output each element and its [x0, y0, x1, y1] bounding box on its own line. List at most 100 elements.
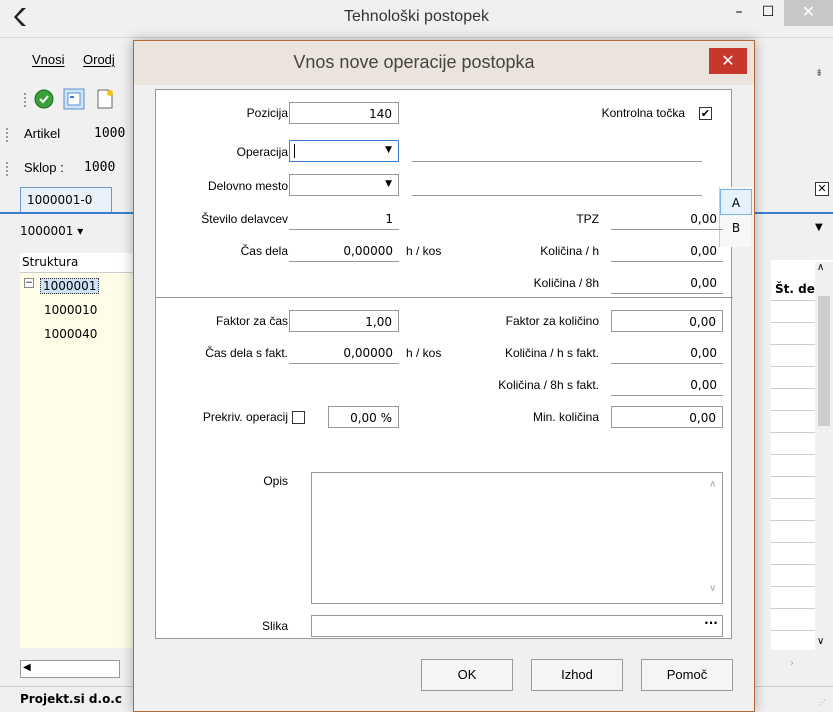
tree-collapse-icon[interactable]: − — [24, 278, 34, 288]
min-kolicina-field[interactable]: 0,00 — [611, 406, 723, 428]
delovno-mesto-label: Delovno mesto — [207, 179, 288, 193]
grid-row-line — [771, 300, 815, 301]
document-view-icon[interactable] — [63, 88, 85, 110]
operacija-description-field — [412, 140, 702, 162]
delovno-mesto-combo[interactable]: ▼ — [289, 174, 399, 196]
tpz-field[interactable]: 0,00 — [611, 208, 723, 230]
cas-dela-label: Čas dela — [240, 244, 288, 258]
chevron-down-icon[interactable]: ▼ — [385, 179, 392, 189]
grid-vertical-scrollbar[interactable]: ∧ ∨ — [815, 262, 833, 652]
prekriv-operacij-label: Prekriv. operacij — [202, 410, 288, 424]
ok-button[interactable]: OK — [421, 659, 513, 691]
scroll-up-icon[interactable]: ∧ — [817, 262, 824, 273]
cas-dela-fakt-field: 0,00000 — [289, 342, 399, 364]
structure-combo[interactable]: 1000001 ▾ — [20, 220, 130, 242]
operacija-combo[interactable]: ▼ — [289, 140, 399, 162]
maximize-button[interactable]: ☐ — [754, 0, 782, 26]
grid-row-line — [771, 564, 815, 565]
chevron-down-icon[interactable]: ▼ — [385, 145, 392, 155]
side-list-item[interactable]: B — [720, 215, 752, 241]
main-close-button[interactable]: ✕ — [784, 0, 833, 26]
opis-textarea[interactable]: ∧ ∨ — [311, 472, 723, 604]
tree-horizontal-scrollbar[interactable]: ◀ — [20, 660, 120, 678]
tree-root-node[interactable]: 1000001 — [40, 278, 100, 294]
grid-row-line — [771, 410, 815, 411]
text-caret — [294, 144, 295, 158]
grid-row-line — [771, 586, 815, 587]
tab-1000001-0[interactable]: 1000001-0 — [20, 187, 112, 213]
menu-orodja[interactable]: Orodj — [83, 52, 115, 67]
main-window-title: Tehnološki postopek — [344, 8, 489, 25]
faktor-cas-label: Faktor za čas — [215, 314, 288, 328]
prekriv-operacij-field[interactable]: 0,00 % — [328, 406, 399, 428]
kolicina-8h-field[interactable]: 0,00 — [611, 272, 723, 294]
pozicija-field[interactable]: 140 — [289, 102, 399, 124]
stevilo-delavcev-label: Število delavcev — [201, 212, 288, 226]
menu-vnosi[interactable]: Vnosi — [32, 52, 65, 67]
section-divider — [156, 297, 733, 298]
cas-dela-fakt-unit: h / kos — [406, 346, 442, 360]
prekriv-operacij-checkbox[interactable] — [292, 411, 305, 424]
tree-child-node[interactable]: 1000040 — [44, 327, 97, 341]
cas-dela-fakt-label: Čas dela s fakt. — [205, 346, 288, 360]
tree-header: Struktura — [20, 253, 135, 273]
kontrolna-tocka-label: Kontrolna točka — [601, 106, 685, 120]
grid-row-line — [771, 630, 815, 631]
kolicina-8h-label: Količina / 8h — [533, 276, 599, 290]
faktor-kolicino-field[interactable]: 0,00 — [611, 310, 723, 332]
minimize-button[interactable]: – — [724, 0, 754, 26]
scroll-down-icon[interactable]: ∨ — [709, 583, 716, 594]
grid-row-line — [771, 322, 815, 323]
artikel-value[interactable]: 1000 — [94, 126, 125, 141]
grid-row-line — [771, 520, 815, 521]
new-document-icon[interactable] — [94, 88, 116, 110]
min-kolicina-label: Min. količina — [532, 410, 599, 424]
opis-scrollbar[interactable]: ∧ ∨ — [705, 473, 723, 603]
sklop-label: Sklop : — [24, 160, 64, 175]
toolbar — [0, 84, 133, 114]
sklop-grip-icon — [6, 162, 8, 176]
dialog-title: Vnos nove operacije postopka — [293, 52, 535, 72]
kolicina-h-field[interactable]: 0,00 — [611, 240, 723, 262]
faktor-kolicino-label: Faktor za količino — [505, 314, 599, 328]
overflow-icon[interactable]: ⇟ — [815, 68, 823, 79]
stevilo-delavcev-field[interactable]: 1 — [289, 208, 399, 230]
grid-row-line — [771, 432, 815, 433]
kontrolna-tocka-checkbox[interactable]: ✔ — [699, 107, 712, 120]
sklop-value[interactable]: 1000 — [84, 160, 115, 175]
pomoc-button[interactable]: Pomoč — [641, 659, 733, 691]
grid-row-line — [771, 344, 815, 345]
panel-close-icon[interactable]: ✕ — [815, 182, 829, 196]
cas-dela-field[interactable]: 0,00000 — [289, 240, 399, 262]
izhod-button[interactable]: Izhod — [531, 659, 623, 691]
scroll-left-icon[interactable]: ◀ — [23, 662, 31, 673]
cas-dela-unit: h / kos — [406, 244, 442, 258]
scroll-thumb[interactable] — [818, 296, 830, 426]
dropdown-arrow-icon[interactable]: ▼ — [815, 222, 823, 233]
dialog-close-button[interactable]: ✕ — [709, 48, 747, 74]
faktor-cas-field[interactable]: 1,00 — [289, 310, 399, 332]
artikel-grip-icon — [6, 128, 8, 142]
tree-child-node[interactable]: 1000010 — [44, 303, 97, 317]
artikel-label: Artikel — [24, 126, 61, 141]
slika-field[interactable]: ··· — [311, 615, 723, 637]
kolicina-h-label: Količina / h — [540, 244, 599, 258]
resize-grip-icon[interactable]: ⋰ — [818, 698, 826, 707]
side-list-item[interactable]: A — [720, 189, 752, 215]
scroll-down-icon[interactable]: ∨ — [817, 636, 824, 647]
delovno-mesto-description-field — [412, 174, 702, 196]
grid-row-line — [771, 498, 815, 499]
grid-row-line — [771, 388, 815, 389]
refresh-icon[interactable] — [33, 88, 55, 110]
grid-column-header[interactable]: Št. de — [775, 282, 815, 296]
scroll-up-icon[interactable]: ∧ — [709, 479, 716, 490]
kolicina-h-fakt-label: Količina / h s fakt. — [504, 346, 599, 360]
opis-label: Opis — [263, 474, 288, 488]
scroll-right-icon[interactable]: › — [790, 658, 794, 669]
main-titlebar: Tehnološki postopek – ☐ ✕ — [0, 0, 833, 38]
grid-row-line — [771, 542, 815, 543]
toolbar-grip-icon — [24, 93, 26, 107]
dialog-titlebar: Vnos nove operacije postopka ✕ — [134, 41, 754, 85]
browse-ellipsis-icon[interactable]: ··· — [702, 617, 720, 634]
new-operation-dialog: Vnos nove operacije postopka ✕ Pozicija … — [133, 40, 755, 712]
